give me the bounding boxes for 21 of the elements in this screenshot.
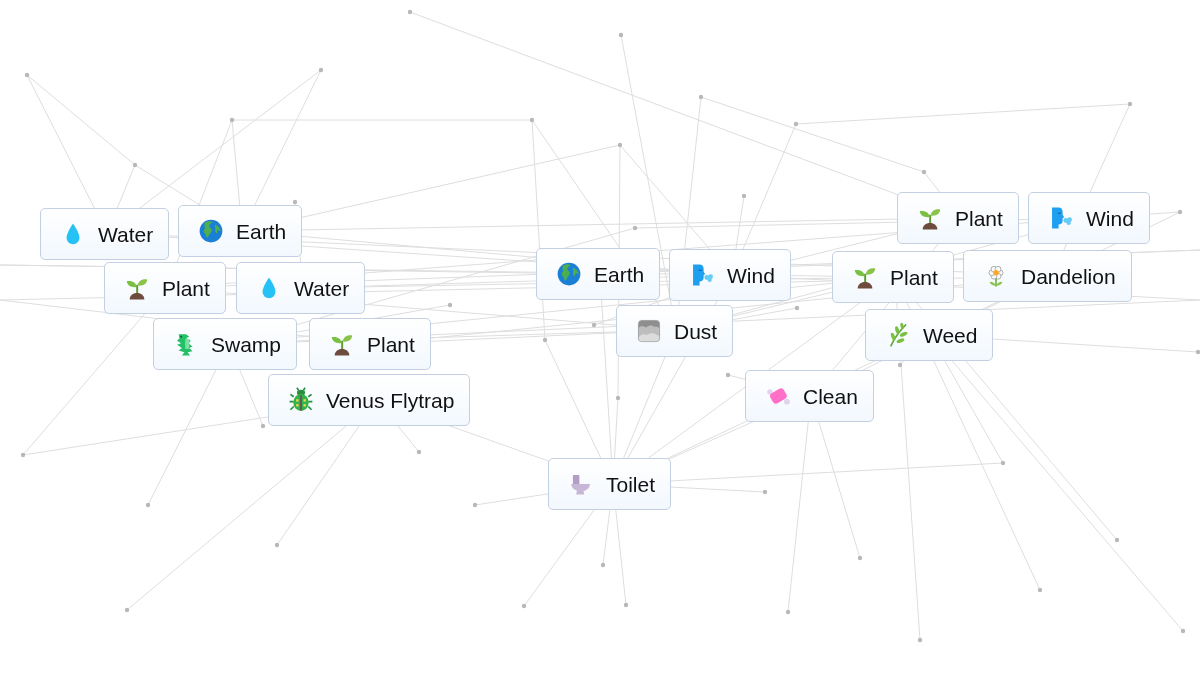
beetle-icon <box>288 387 314 413</box>
element-item[interactable]: Earth <box>536 248 661 300</box>
element-item[interactable]: Plant <box>832 251 954 303</box>
element-item[interactable]: Swamp <box>153 318 298 370</box>
element-item[interactable]: Weed <box>865 309 994 361</box>
element-item[interactable]: Wind <box>669 249 791 301</box>
element-item[interactable]: Plant <box>309 318 431 370</box>
element-item[interactable]: Dust <box>616 305 734 357</box>
cloud-tile-icon <box>636 318 662 344</box>
element-item[interactable]: Toilet <box>548 458 672 510</box>
element-item[interactable]: Wind <box>1028 192 1150 244</box>
globe-icon <box>556 261 582 287</box>
element-item[interactable]: Venus Flytrap <box>268 374 471 426</box>
globe-icon <box>198 218 224 244</box>
element-item[interactable]: Plant <box>104 262 226 314</box>
element-item[interactable]: Water <box>40 208 170 260</box>
element-item[interactable]: Clean <box>745 370 874 422</box>
element-item[interactable]: Water <box>236 262 366 314</box>
element-item[interactable]: Plant <box>897 192 1019 244</box>
element-item[interactable]: Earth <box>178 205 303 257</box>
element-item[interactable]: Dandelion <box>963 250 1132 302</box>
